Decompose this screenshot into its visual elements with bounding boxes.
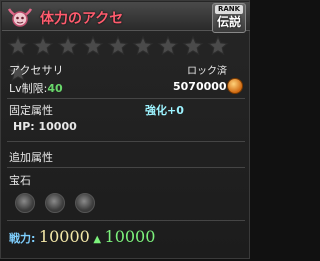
divider	[7, 98, 245, 99]
power-label: 戦力:	[9, 232, 36, 245]
gem-slot-icon	[75, 193, 95, 213]
star-icon	[57, 35, 79, 56]
star-rating	[7, 35, 249, 82]
horned-emblem-icon	[7, 8, 33, 27]
up-arrow-icon: ▲	[93, 234, 102, 245]
star-icon	[107, 35, 129, 56]
combat-power: 戦力: 10000 ▲ 10000	[9, 227, 155, 246]
item-name: 体力のアクセ	[40, 11, 124, 27]
divider	[7, 220, 245, 221]
sell-price: 5070000	[173, 80, 227, 93]
level-label: Lv制限:	[9, 82, 48, 95]
rank-value: 伝説	[216, 15, 241, 29]
gem-slot-icon	[45, 193, 65, 213]
star-icon	[132, 35, 154, 56]
hp-stat: HP: 10000	[13, 120, 77, 133]
lock-status: ロック済	[187, 66, 227, 77]
level-value: 40	[47, 82, 63, 95]
item-type: アクセサリ	[9, 64, 64, 77]
rank-badge: RANK 伝説	[212, 3, 246, 33]
star-icon	[82, 35, 104, 56]
enhance-level: 強化+0	[145, 104, 184, 117]
gem-label: 宝石	[9, 174, 31, 187]
power-new-value: 10000	[104, 227, 156, 246]
item-tooltip: 体力のアクセ RANK 伝説 アクセサリ ロック済 Lv制限:40 507000…	[0, 0, 250, 259]
gold-coin-icon	[227, 78, 243, 94]
power-value: 10000	[38, 227, 90, 246]
rank-label: RANK	[215, 5, 243, 14]
divider	[7, 167, 245, 168]
star-icon	[157, 35, 179, 56]
gem-slot-icon	[15, 193, 35, 213]
star-icon	[207, 35, 229, 56]
star-icon	[182, 35, 204, 56]
level-requirement: Lv制限:40	[9, 80, 63, 96]
extra-attribute-label: 追加属性	[9, 151, 53, 164]
star-icon	[7, 35, 29, 56]
divider	[7, 141, 245, 142]
fixed-attribute-label: 固定属性	[9, 104, 53, 117]
star-icon	[32, 35, 54, 56]
